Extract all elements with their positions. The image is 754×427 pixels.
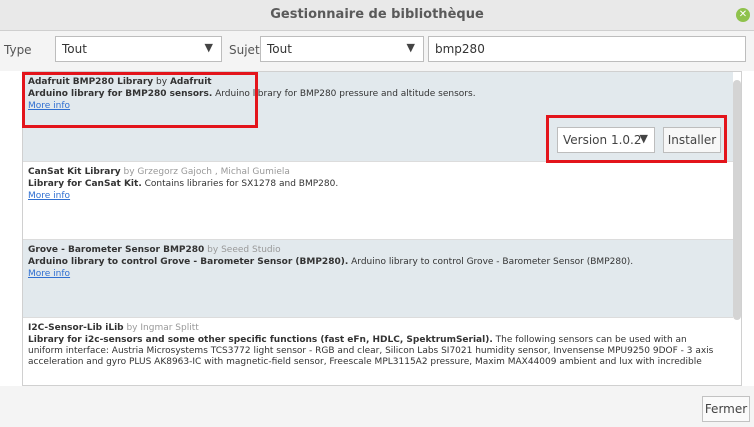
filter-bar: Type Tout ▼ Sujet Tout ▼ bmp280 bbox=[0, 31, 754, 71]
window-title: Gestionnaire de bibliothèque bbox=[270, 7, 484, 22]
more-info-link[interactable]: More info bbox=[28, 191, 70, 201]
type-label: Type bbox=[4, 43, 32, 57]
search-input[interactable]: bmp280 bbox=[428, 36, 746, 62]
topic-select-value: Tout bbox=[267, 42, 292, 56]
library-description: Contains libraries for SX1278 and BMP280… bbox=[141, 179, 339, 189]
list-scrollbar[interactable] bbox=[733, 80, 741, 320]
list-item[interactable]: I2C-Sensor-Lib iLib by Ingmar Splitt Lib… bbox=[23, 318, 733, 385]
library-description: Arduino library to control Grove - Barom… bbox=[348, 257, 634, 267]
library-name: CanSat Kit Library bbox=[28, 167, 121, 177]
by-text: by bbox=[120, 167, 138, 177]
library-summary: Library for i2c-sensors and some other s… bbox=[28, 335, 493, 345]
list-item[interactable]: CanSat Kit Library by Grzegorz Gajoch , … bbox=[23, 162, 733, 240]
close-window-icon[interactable]: ✕ bbox=[736, 8, 750, 22]
library-name: I2C-Sensor-Lib iLib bbox=[28, 323, 124, 333]
library-name: Grove - Barometer Sensor BMP280 bbox=[28, 245, 205, 255]
list-item[interactable]: Grove - Barometer Sensor BMP280 by Seeed… bbox=[23, 240, 733, 318]
type-select[interactable]: Tout ▼ bbox=[55, 36, 222, 62]
topic-label: Sujet bbox=[229, 43, 260, 57]
library-summary: Library for CanSat Kit. bbox=[28, 179, 142, 189]
search-input-value: bmp280 bbox=[435, 42, 485, 56]
library-author: Grzegorz Gajoch , Michal Gumiela bbox=[137, 167, 290, 177]
chevron-down-icon: ▼ bbox=[204, 41, 213, 54]
title-bar: Gestionnaire de bibliothèque ✕ bbox=[0, 0, 754, 31]
by-text: by bbox=[204, 245, 222, 255]
more-info-link[interactable]: More info bbox=[28, 269, 70, 279]
library-author: Ingmar Splitt bbox=[140, 323, 199, 333]
library-author: Seeed Studio bbox=[221, 245, 281, 255]
footer-bar bbox=[0, 386, 754, 427]
chevron-down-icon: ▼ bbox=[406, 41, 415, 54]
close-button[interactable]: Fermer bbox=[702, 396, 750, 422]
type-select-value: Tout bbox=[62, 42, 87, 56]
highlight-install-box bbox=[546, 115, 727, 163]
highlight-library-box bbox=[22, 72, 258, 128]
library-summary: Arduino library to control Grove - Barom… bbox=[28, 257, 349, 267]
topic-select[interactable]: Tout ▼ bbox=[260, 36, 424, 62]
by-text: by bbox=[123, 323, 141, 333]
